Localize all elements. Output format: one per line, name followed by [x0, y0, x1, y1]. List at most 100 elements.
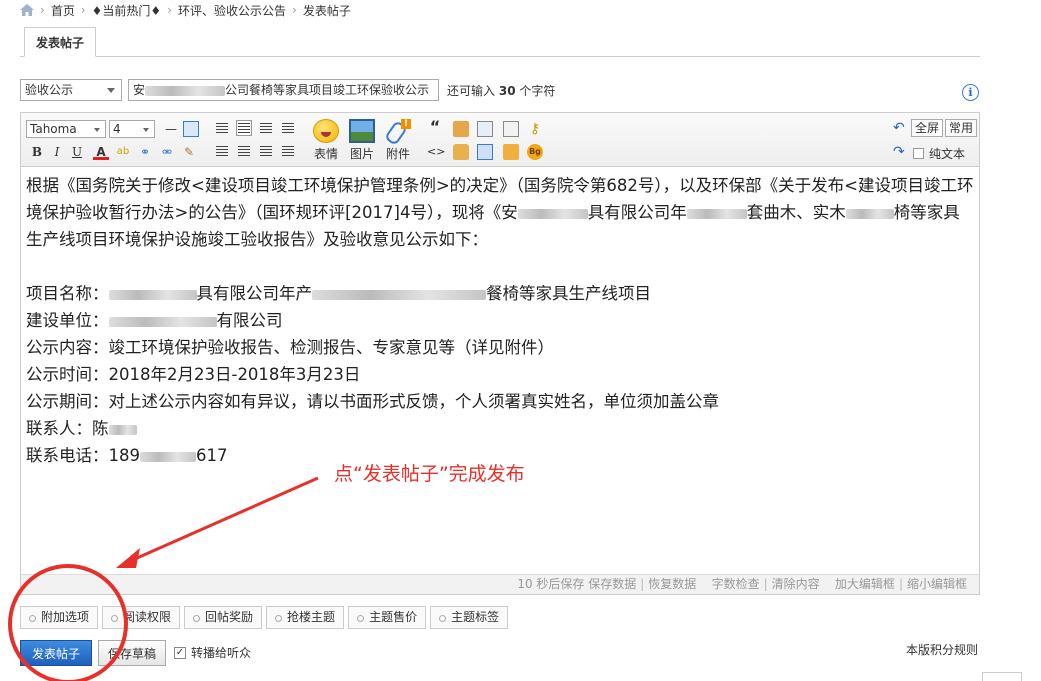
align-left-active-icon[interactable] — [236, 120, 252, 136]
publicity-time-line: 公示时间：2018年2月23日-2018年3月23日 — [26, 361, 974, 388]
redacted-blur — [145, 85, 226, 96]
reply-reward-button[interactable]: 回帖奖励 — [184, 606, 263, 629]
breadcrumb-hot[interactable]: ♦当前热门♦ — [92, 2, 162, 19]
builder-label: 建设单位： — [26, 311, 109, 330]
share-option[interactable]: ✓ 转播给听众 — [174, 644, 251, 661]
submit-post-button[interactable]: 发表帖子 — [20, 640, 92, 666]
page-icon[interactable] — [477, 121, 493, 137]
plaintext-checkbox[interactable] — [913, 148, 924, 159]
info-icon[interactable]: i — [962, 84, 979, 101]
scroll-top-tab[interactable] — [982, 672, 1022, 681]
intro-text-3: 套曲木、实木 — [746, 203, 846, 222]
highlight-icon[interactable]: ab — [115, 144, 131, 160]
phone-label: 联系电话： — [26, 446, 109, 465]
paperclip-icon — [385, 119, 411, 143]
fullscreen-button[interactable]: 全屏 — [911, 119, 944, 137]
table-icon[interactable] — [183, 121, 199, 137]
image-icon — [349, 119, 375, 143]
post-options: 附加选项 阅读权限 回帖奖励 抢楼主题 主题售价 主题标签 — [20, 606, 509, 629]
redo-icon[interactable]: ↷ — [893, 145, 907, 159]
attach-button[interactable]: 附件 — [383, 119, 413, 162]
font-family-select[interactable]: Tahoma — [26, 120, 106, 138]
enlarge-editor-link[interactable]: 加大编辑框 — [835, 577, 895, 591]
editor-content[interactable]: 根据《国务院关于修改<建设项目竣工环境保护管理条例>的决定》（国务院令第682号… — [21, 168, 979, 574]
breadcrumb-home[interactable]: 首页 — [51, 2, 75, 19]
font-color-icon[interactable]: A — [93, 144, 109, 160]
image-button[interactable]: 图片 — [347, 119, 377, 162]
clear-format-icon[interactable]: ✎ — [181, 144, 197, 160]
contact-label: 联系人： — [26, 419, 92, 438]
link-icon[interactable]: ⚭ — [137, 144, 153, 160]
editor: Tahoma 4 — B I U A ab ⚭ ⚮ ✎ 表情 图片 附件 “ — [20, 112, 980, 595]
floor-rush-button[interactable]: 抢楼主题 — [266, 606, 345, 629]
ordered-list-icon[interactable] — [258, 144, 274, 160]
intro-text-2: 具有限公司年 — [587, 203, 687, 222]
italic-icon[interactable]: I — [49, 144, 65, 160]
common-button[interactable]: 常用 — [945, 119, 978, 137]
title-input[interactable]: 安 公司餐椅等家具项目竣工环保验收公示 — [128, 79, 439, 101]
background-icon[interactable]: Bg — [527, 144, 543, 160]
extra-options-button[interactable]: 附加选项 — [20, 606, 99, 629]
free-icon[interactable] — [453, 121, 469, 137]
hr-icon[interactable]: — — [163, 121, 179, 137]
breadcrumb-separator: › — [80, 3, 86, 17]
breadcrumb: › 首页 › ♦当前热门♦ › 环评、验收公示公告 › 发表帖子 — [20, 2, 351, 18]
save-draft-button[interactable]: 保存草稿 — [98, 640, 166, 666]
float-right-icon[interactable] — [236, 144, 252, 160]
code-icon[interactable]: <> — [427, 144, 445, 160]
index-icon[interactable] — [477, 144, 493, 160]
char-count: 还可输入 30 个字符 — [447, 82, 555, 99]
publicity-time-label: 公示时间： — [26, 365, 109, 384]
clear-content-link[interactable]: 清除内容 — [772, 577, 820, 591]
redacted-blur — [108, 289, 197, 300]
smiley-icon — [313, 119, 339, 143]
category-select[interactable]: 验收公示 — [20, 79, 122, 101]
home-icon[interactable] — [20, 4, 34, 16]
float-left-icon[interactable] — [214, 144, 230, 160]
tab-post[interactable]: 发表帖子 — [24, 27, 96, 57]
char-count-value: 30 — [498, 84, 516, 98]
underline-icon[interactable]: U — [69, 144, 85, 160]
publicity-period-value: 对上述公示内容如有异议，请以书面形式反馈，个人须署真实姓名，单位须加盖公章 — [108, 392, 720, 411]
breadcrumb-separator: › — [292, 3, 297, 17]
align-right-icon[interactable] — [280, 121, 296, 137]
thread-tags-button[interactable]: 主题标签 — [430, 606, 509, 629]
breadcrumb-forum[interactable]: 环评、验收公示公告 — [178, 2, 286, 19]
project-name-label: 项目名称： — [26, 284, 109, 303]
folder-icon[interactable] — [503, 144, 519, 160]
breadcrumb-current: 发表帖子 — [302, 3, 351, 18]
read-permission-button[interactable]: 阅读权限 — [102, 606, 181, 629]
font-size-select[interactable]: 4 — [109, 120, 155, 138]
phone-part-1: 189 — [108, 446, 141, 465]
credit-rules-link[interactable]: 本版积分规则 — [906, 641, 978, 658]
share-checkbox[interactable]: ✓ — [174, 646, 186, 659]
shrink-editor-link[interactable]: 缩小编辑框 — [907, 577, 967, 591]
phone-part-2: 617 — [196, 446, 228, 465]
align-center-icon[interactable] — [258, 121, 274, 137]
undo-icon[interactable]: ↶ — [893, 121, 907, 135]
unlink-icon[interactable]: ⚮ — [159, 144, 175, 160]
template-icon[interactable] — [503, 121, 519, 137]
key-icon[interactable]: ⚷ — [527, 121, 543, 137]
publicity-content-value: 竣工环境保护验收报告、检测报告、专家意见等（详见附件） — [108, 338, 555, 357]
char-count-prefix: 还可输入 — [447, 84, 496, 98]
publicity-period-line: 公示期间：对上述公示内容如有异议，请以书面形式反馈，个人须署真实姓名，单位须加盖… — [26, 388, 974, 415]
redacted-blur — [686, 208, 747, 219]
emoji-label: 表情 — [313, 147, 338, 161]
save-data-link[interactable]: 保存数据 — [588, 577, 636, 591]
title-suffix: 公司餐椅等家具项目竣工环保验收公示 — [225, 83, 430, 97]
bold-icon[interactable]: B — [29, 144, 45, 160]
restore-data-link[interactable]: 恢复数据 — [648, 577, 696, 591]
content-intro: 根据《国务院关于修改<建设项目竣工环境保护管理条例>的决定》（国务院令第682号… — [26, 172, 974, 253]
hide-lock-icon[interactable] — [453, 144, 469, 160]
project-name-line: 项目名称： 具有限公司年产 餐椅等家具生产线项目 — [26, 280, 974, 307]
unordered-list-icon[interactable] — [280, 144, 296, 160]
emoji-button[interactable]: 表情 — [311, 119, 341, 162]
quote-icon[interactable]: “ — [427, 119, 443, 135]
share-label: 转播给听众 — [191, 646, 252, 660]
word-count-link[interactable]: 字数检查 — [712, 577, 760, 591]
publicity-content-line: 公示内容：竣工环境保护验收报告、检测报告、专家意见等（详见附件） — [26, 334, 974, 361]
align-left-icon[interactable] — [214, 121, 230, 137]
thread-price-button[interactable]: 主题售价 — [348, 606, 427, 629]
